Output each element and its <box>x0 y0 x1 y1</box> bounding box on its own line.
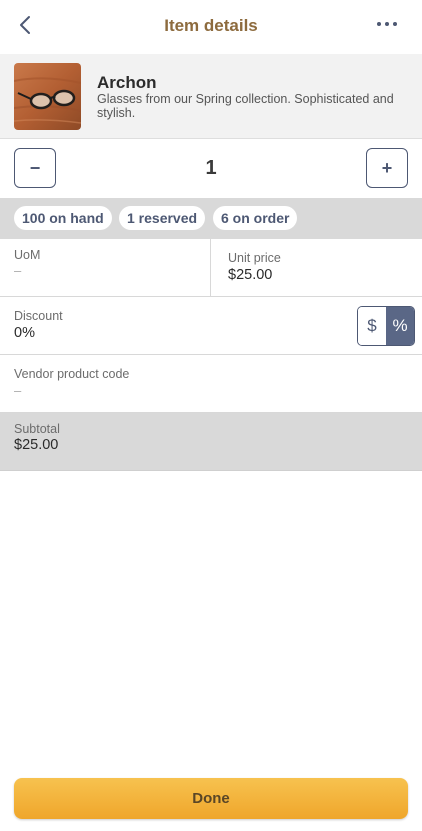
product-summary: Archon Glasses from our Spring collectio… <box>0 54 422 139</box>
stock-badges: 100 on hand 1 reserved 6 on order <box>0 198 422 239</box>
uom-field[interactable]: UoM – <box>0 239 210 296</box>
discount-field[interactable]: Discount 0% <box>0 297 350 354</box>
vendor-code-field[interactable]: Vendor product code – <box>0 355 422 413</box>
more-dot-icon <box>385 22 389 26</box>
discount-type-toggle: $ % <box>357 306 415 346</box>
more-dot-icon <box>377 22 381 26</box>
unit-price-label: Unit price <box>228 251 281 265</box>
vendor-code-label: Vendor product code <box>14 367 130 381</box>
header-bar: Item details <box>0 0 422 54</box>
product-name: Archon <box>97 73 157 92</box>
discount-label: Discount <box>14 309 63 323</box>
page-title: Item details <box>164 16 258 35</box>
quantity-value[interactable]: 1 <box>0 157 422 180</box>
product-thumbnail <box>14 63 81 130</box>
done-button[interactable]: Done <box>14 778 408 819</box>
unit-price-field[interactable]: Unit price $25.00 <box>211 239 422 296</box>
more-dot-icon <box>393 22 397 26</box>
uom-price-row: UoM – Unit price $25.00 <box>0 239 422 297</box>
more-options-button[interactable] <box>374 14 400 34</box>
uom-value: – <box>14 263 22 278</box>
discount-value: 0% <box>14 325 35 341</box>
on-hand-badge: 100 on hand <box>14 206 112 230</box>
subtotal-value: $25.00 <box>14 437 59 453</box>
subtotal-row: Subtotal $25.00 <box>0 413 422 471</box>
vendor-code-value: – <box>14 383 22 398</box>
increase-quantity-button[interactable]: + <box>366 148 408 188</box>
discount-percent-option[interactable]: % <box>386 307 414 345</box>
discount-row: Discount 0% $ % <box>0 297 422 355</box>
discount-dollar-option[interactable]: $ <box>358 307 386 345</box>
quantity-stepper: − 1 + <box>0 139 422 198</box>
subtotal-label: Subtotal <box>14 422 60 436</box>
unit-price-value: $25.00 <box>228 267 273 283</box>
product-description: Glasses from our Spring collection. Soph… <box>97 92 394 120</box>
uom-label: UoM <box>14 248 41 262</box>
on-order-badge: 6 on order <box>213 206 298 230</box>
reserved-badge: 1 reserved <box>119 206 206 230</box>
